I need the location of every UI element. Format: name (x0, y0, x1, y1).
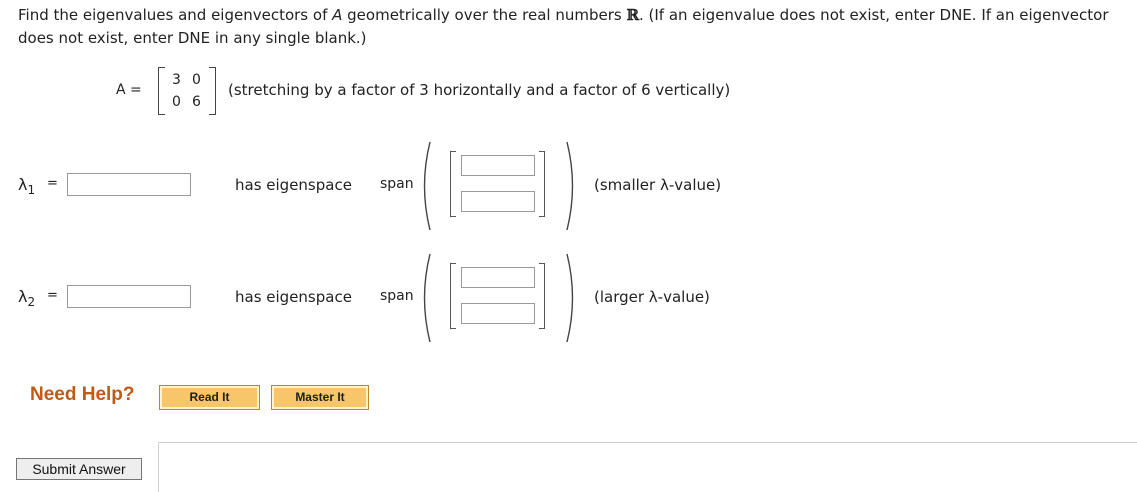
matrix-right-bracket (209, 67, 216, 115)
right-paren-icon (566, 253, 574, 343)
vector-1-entry-1[interactable] (461, 155, 535, 176)
matrix-cell-12: 0 (192, 72, 201, 88)
prompt-text-2: geometrically over the real numbers (342, 6, 627, 24)
footer-panel-border (158, 442, 159, 492)
span-1-label: span (380, 176, 414, 192)
matrix-variable: A (332, 6, 343, 24)
matrix-a: 3 0 0 6 (158, 67, 216, 115)
submit-answer-button[interactable]: Submit Answer (16, 458, 142, 480)
row-2-note: (larger λ-value) (594, 288, 710, 306)
vector-2-entry-2[interactable] (461, 303, 535, 324)
need-help-label: Need Help? (30, 384, 135, 405)
read-it-button[interactable]: Read It (159, 385, 260, 410)
vector-2-right-bracket (539, 263, 545, 329)
matrix-left-bracket (158, 67, 165, 115)
lambda-1-input[interactable] (67, 173, 191, 196)
lambda-1-equals: = (47, 176, 58, 191)
left-paren-icon (423, 141, 431, 231)
matrix-cell-22: 6 (192, 94, 201, 110)
vector-2-left-bracket (450, 263, 456, 329)
matrix-cell-11: 3 (172, 72, 181, 88)
lambda-2-equals: = (47, 288, 58, 303)
vector-1-right-bracket (539, 151, 545, 217)
lambda-2-label: λ2 (18, 287, 36, 310)
master-it-button[interactable]: Master It (271, 385, 369, 410)
prompt-text-1: Find the eigenvalues and eigenvectors of (18, 6, 333, 24)
matrix-label: A = (116, 82, 142, 98)
span-2-label: span (380, 288, 414, 304)
footer-divider (158, 442, 1137, 443)
vector-1-entry-2[interactable] (461, 191, 535, 212)
left-paren-icon (423, 253, 431, 343)
matrix-description: (stretching by a factor of 3 horizontall… (228, 81, 731, 99)
eigenspace-2-label: has eigenspace (235, 288, 352, 306)
vector-2-entry-1[interactable] (461, 267, 535, 288)
lambda-1-label: λ1 (18, 175, 36, 198)
vector-1-left-bracket (450, 151, 456, 217)
right-paren-icon (566, 141, 574, 231)
matrix-cell-21: 0 (172, 94, 181, 110)
lambda-2-input[interactable] (67, 285, 191, 308)
real-numbers-symbol: ℝ (626, 6, 639, 24)
eigenspace-1-label: has eigenspace (235, 176, 352, 194)
problem-prompt: Find the eigenvalues and eigenvectors of… (18, 4, 1123, 50)
row-1-note: (smaller λ-value) (594, 176, 722, 194)
